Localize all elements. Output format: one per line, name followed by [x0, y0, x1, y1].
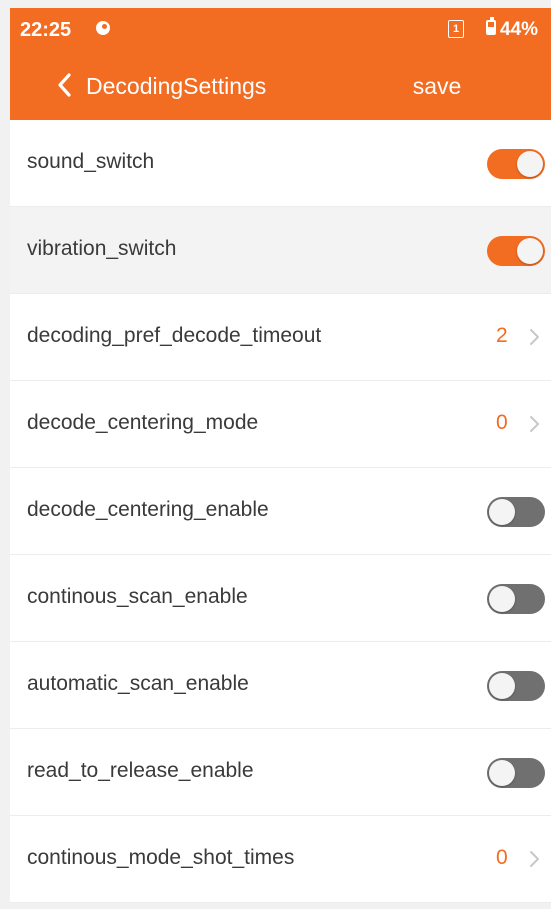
setting-label: decoding_pref_decode_timeout: [27, 324, 322, 347]
setting-row-decode-centering-mode[interactable]: decode_centering_mode 0: [10, 381, 551, 468]
toggle-knob: [489, 673, 515, 699]
toggle-switch[interactable]: [487, 497, 545, 527]
setting-value: 0: [496, 411, 508, 434]
status-time: 22:25: [20, 19, 72, 41]
toggle-switch[interactable]: [487, 236, 545, 266]
toggle-switch[interactable]: [487, 671, 545, 701]
setting-row-sound-switch[interactable]: sound_switch: [10, 120, 551, 207]
toolbar: DecodingSettings save: [10, 54, 551, 120]
setting-row-read-to-release-enable[interactable]: read_to_release_enable: [10, 729, 551, 816]
setting-label: decode_centering_enable: [27, 498, 269, 521]
toggle-switch[interactable]: [487, 149, 545, 179]
back-chevron-icon[interactable]: [54, 72, 78, 98]
app-header: 22:25 1 44% DecodingSettings save: [10, 8, 551, 120]
setting-label: sound_switch: [27, 150, 155, 173]
toggle-knob: [489, 586, 515, 612]
setting-row-continous-scan-enable[interactable]: continous_scan_enable: [10, 555, 551, 642]
save-button[interactable]: save: [402, 66, 472, 106]
status-bar: 22:25 1 44%: [10, 8, 551, 52]
toggle-switch[interactable]: [487, 584, 545, 614]
setting-row-decoding-pref-decode-timeout[interactable]: decoding_pref_decode_timeout 2: [10, 294, 551, 381]
setting-row-automatic-scan-enable[interactable]: automatic_scan_enable: [10, 642, 551, 729]
setting-value: 2: [496, 324, 508, 347]
setting-label: continous_mode_shot_times: [27, 846, 295, 869]
setting-value: 0: [496, 846, 508, 869]
setting-row-continous-mode-shot-times[interactable]: continous_mode_shot_times 0: [10, 816, 551, 903]
setting-row-decode-centering-enable[interactable]: decode_centering_enable: [10, 468, 551, 555]
setting-row-vibration-switch[interactable]: vibration_switch: [10, 207, 551, 294]
toggle-knob: [489, 760, 515, 786]
toggle-knob: [517, 151, 543, 177]
setting-label: automatic_scan_enable: [27, 672, 249, 695]
setting-label: read_to_release_enable: [27, 759, 254, 782]
chevron-right-icon: [528, 849, 540, 869]
chevron-right-icon: [528, 414, 540, 434]
setting-label: continous_scan_enable: [27, 585, 248, 608]
sim-card-icon: 1: [448, 20, 464, 38]
notification-app-icon: [96, 21, 110, 35]
chevron-right-icon: [528, 327, 540, 347]
setting-label: decode_centering_mode: [27, 411, 259, 434]
battery-percent: 44%: [500, 19, 539, 40]
toggle-knob: [517, 238, 543, 264]
toggle-switch[interactable]: [487, 758, 545, 788]
settings-list: sound_switch vibration_switch decoding_pre…: [10, 120, 551, 903]
setting-label: vibration_switch: [27, 237, 177, 260]
toggle-knob: [489, 499, 515, 525]
page-title: DecodingSettings: [86, 73, 267, 99]
battery-icon: [486, 17, 496, 35]
